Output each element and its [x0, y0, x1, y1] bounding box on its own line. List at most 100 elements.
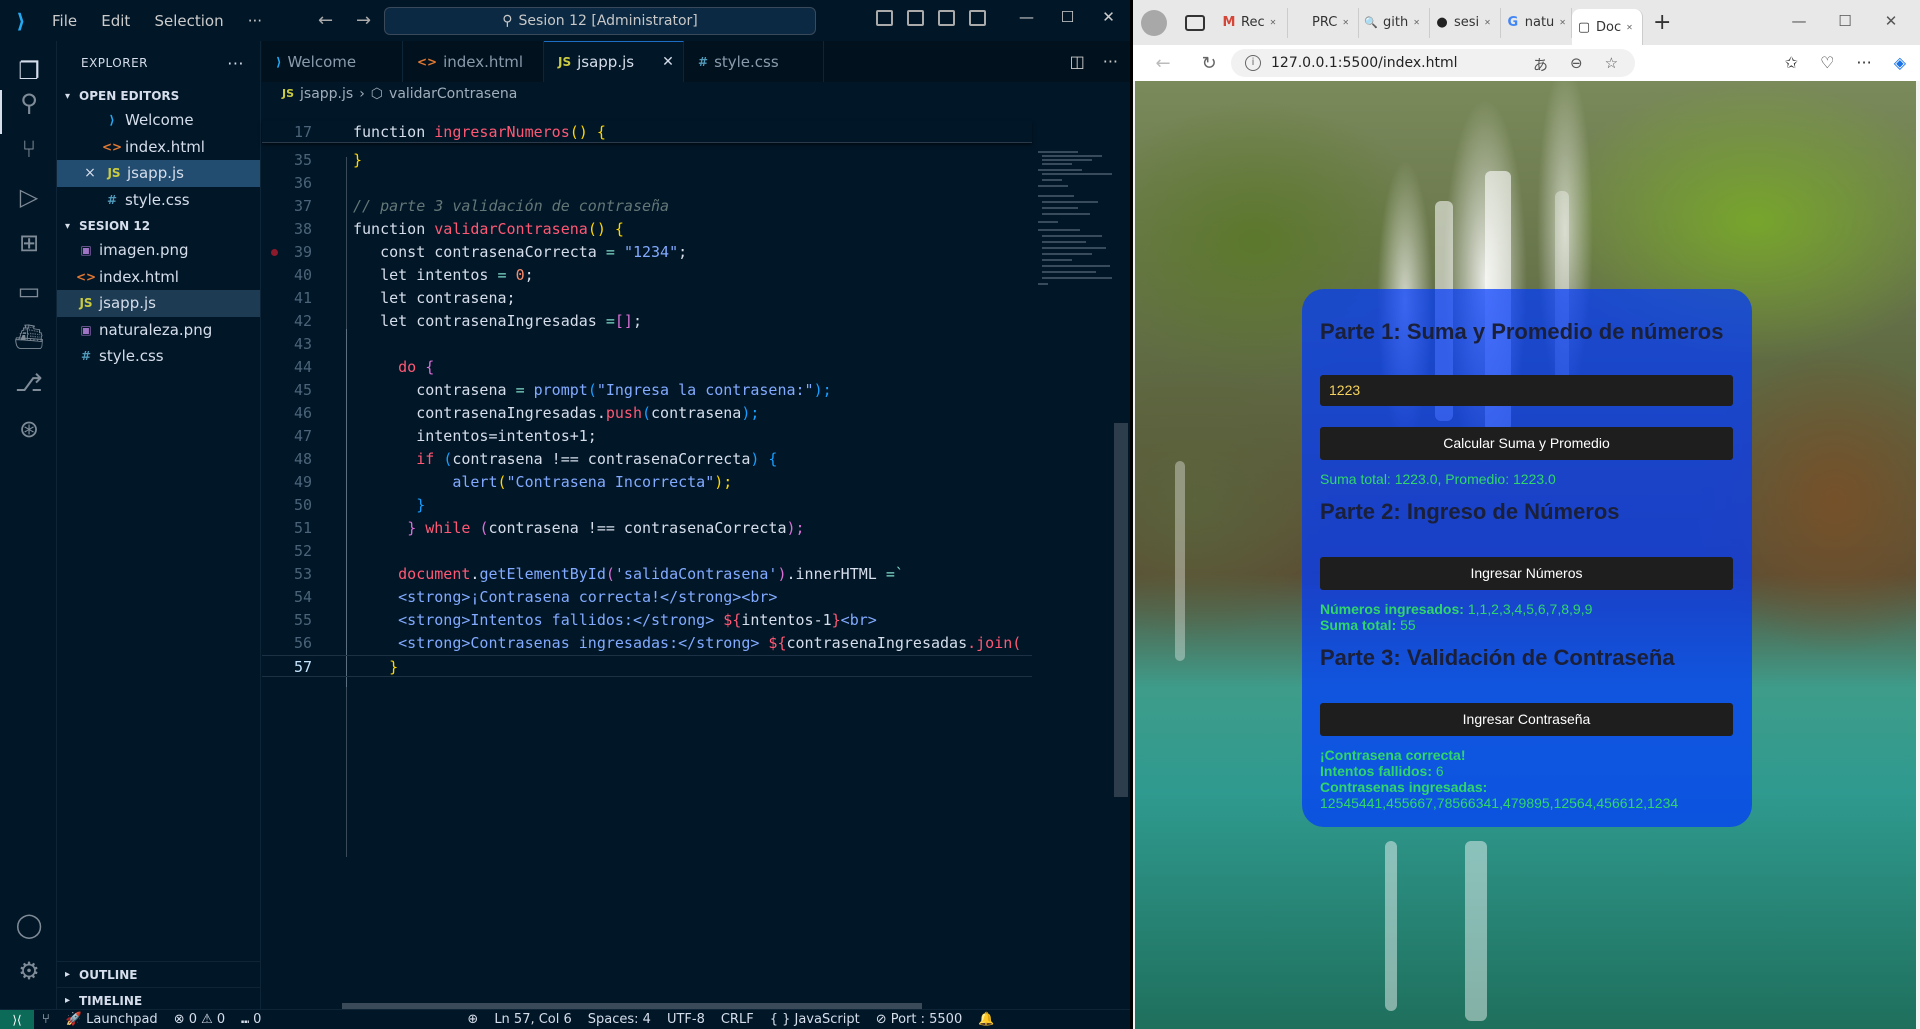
back-arrow-icon[interactable]: ←: [1147, 53, 1179, 74]
enter-password-button[interactable]: Ingresar Contraseña: [1320, 703, 1733, 736]
tab-style-css[interactable]: # style.css: [684, 41, 824, 82]
browser-tab[interactable]: ● sesi ✕: [1430, 7, 1501, 38]
forward-arrow-icon[interactable]: →: [356, 10, 371, 31]
end-of-line[interactable]: CRLF: [713, 1012, 762, 1027]
tab-jsapp-js[interactable]: JS jsapp.js ✕: [544, 41, 684, 82]
zoom-icon[interactable]: ⊕: [459, 1012, 486, 1027]
more-menu-icon[interactable]: ···: [1856, 53, 1871, 72]
open-editors-section[interactable]: ▾ OPEN EDITORS: [57, 85, 260, 107]
explorer-icon[interactable]: ❐: [13, 55, 45, 87]
more-actions-icon[interactable]: ···: [227, 54, 244, 73]
outline-section[interactable]: ▸ OUTLINE: [57, 961, 261, 987]
close-editor-icon[interactable]: ×: [79, 165, 101, 181]
close-tab-icon[interactable]: ✕: [1270, 18, 1277, 27]
git-branch-icon[interactable]: ⑂: [34, 1012, 58, 1027]
open-editor-index-html[interactable]: <> index.html: [57, 134, 260, 161]
search-icon: ⚲: [502, 13, 513, 29]
live-server-port[interactable]: ⊘ Port : 5500: [868, 1012, 971, 1027]
command-center[interactable]: ⚲ Sesion 12 [Administrator]: [384, 7, 816, 35]
new-tab-icon[interactable]: +: [1653, 10, 1671, 35]
cursor-position[interactable]: Ln 57, Col 6: [486, 1012, 579, 1027]
refresh-icon[interactable]: ↻: [1193, 53, 1225, 74]
customize-layout-icon[interactable]: [969, 10, 986, 26]
menu-selection[interactable]: Selection: [144, 12, 233, 30]
remote-indicator-icon[interactable]: ⟩⟨: [0, 1009, 34, 1029]
zoom-out-icon[interactable]: ⊖: [1570, 54, 1583, 75]
favorite-star-icon[interactable]: ☆: [1605, 54, 1618, 75]
search-icon[interactable]: ⚲: [13, 87, 45, 119]
close-tab-icon[interactable]: ✕: [1559, 18, 1566, 27]
remote-explorer-icon[interactable]: ▭: [13, 275, 45, 307]
minimap[interactable]: [1034, 105, 1118, 1005]
browser-tab[interactable]: PRC ✕: [1288, 7, 1359, 38]
split-editor-icon[interactable]: ◫: [1070, 52, 1085, 71]
close-icon[interactable]: ✕: [1088, 8, 1129, 26]
copilot-icon[interactable]: ◈: [1894, 53, 1906, 72]
git-graph-icon[interactable]: ⎇: [13, 367, 45, 399]
browser-tab-active[interactable]: ▢ Doc ✕: [1572, 9, 1643, 45]
settings-gear-icon[interactable]: ⚙: [13, 955, 45, 987]
encoding[interactable]: UTF-8: [659, 1012, 713, 1027]
enter-numbers-button[interactable]: Ingresar Números: [1320, 557, 1733, 590]
notifications-icon[interactable]: 🔔: [970, 1012, 1002, 1027]
toggle-sidebar-icon[interactable]: [876, 10, 893, 26]
open-editor-style-css[interactable]: # style.css: [57, 187, 260, 214]
browser-tab[interactable]: G natu ✕: [1501, 7, 1572, 38]
numbers-input[interactable]: 1223: [1320, 375, 1733, 406]
close-tab-icon[interactable]: ✕: [662, 54, 674, 70]
calculate-sum-average-button[interactable]: Calcular Suma y Promedio: [1320, 427, 1733, 460]
favorites-icon[interactable]: ✩: [1785, 53, 1798, 72]
css-icon: #: [106, 192, 118, 207]
open-editor-jsapp-js[interactable]: × JS jsapp.js: [57, 160, 260, 187]
vertical-scrollbar[interactable]: [1114, 423, 1128, 797]
close-tab-icon[interactable]: ✕: [1626, 23, 1633, 32]
docker-icon[interactable]: ⛴: [13, 321, 45, 353]
back-arrow-icon[interactable]: ←: [318, 10, 333, 31]
breadcrumb-symbol[interactable]: validarContrasena: [389, 86, 517, 102]
code-token: ;: [632, 312, 642, 330]
profile-avatar[interactable]: [1141, 9, 1167, 36]
minimize-icon[interactable]: —: [1006, 8, 1047, 26]
tab-welcome[interactable]: ⟩ Welcome: [262, 41, 403, 82]
code-token: <strong>¡Contrasena correcta!</strong><b…: [398, 588, 778, 606]
toggle-secondary-sidebar-icon[interactable]: [938, 10, 955, 26]
menu-edit[interactable]: Edit: [91, 12, 140, 30]
more-actions-icon[interactable]: ···: [1103, 52, 1118, 71]
launchpad-item[interactable]: 🚀 Launchpad: [58, 1012, 166, 1027]
problems-indicator[interactable]: ⊗ 0 ⚠ 0: [166, 1012, 234, 1027]
indentation[interactable]: Spaces: 4: [580, 1012, 659, 1027]
close-tab-icon[interactable]: ✕: [1413, 18, 1420, 27]
extensions-icon[interactable]: ⊞: [13, 227, 45, 259]
breadcrumb-file[interactable]: jsapp.js: [300, 86, 353, 102]
language-mode[interactable]: { } JavaScript: [762, 1012, 868, 1027]
close-tab-icon[interactable]: ✕: [1484, 18, 1491, 27]
ports-indicator[interactable]: ⑉ 0: [233, 1012, 269, 1027]
toggle-panel-icon[interactable]: [907, 10, 924, 26]
file-jsapp-js[interactable]: JS jsapp.js: [57, 290, 260, 317]
browser-tab[interactable]: 🔍 gith ✕: [1359, 7, 1430, 38]
close-tab-icon[interactable]: ✕: [1342, 18, 1349, 27]
menu-file[interactable]: File: [42, 12, 87, 30]
file-style-css[interactable]: # style.css: [57, 343, 260, 370]
maximize-icon[interactable]: ☐: [1047, 8, 1088, 26]
tab-index-html[interactable]: <> index.html: [403, 41, 544, 82]
file-index-html[interactable]: <> index.html: [57, 264, 260, 291]
maximize-icon[interactable]: ☐: [1822, 12, 1868, 30]
tab-actions-icon[interactable]: [1185, 14, 1205, 31]
menu-more[interactable]: ···: [238, 12, 272, 30]
live-share-icon[interactable]: ⊛: [13, 413, 45, 445]
source-control-icon[interactable]: ⑂: [13, 133, 45, 165]
file-imagen-png[interactable]: ▣ imagen.png: [57, 237, 260, 264]
read-aloud-icon[interactable]: あ: [1533, 54, 1548, 75]
browser-tab[interactable]: M Rec ✕: [1217, 7, 1288, 38]
run-debug-icon[interactable]: ▷: [13, 181, 45, 213]
sticky-scroll-line-17[interactable]: 17 function ingresarNumeros() {: [262, 121, 1032, 143]
browser-essentials-icon[interactable]: ♡: [1820, 53, 1834, 72]
code-editor[interactable]: 35} 36 37 // parte 3 validación de contra…: [262, 105, 1032, 983]
minimize-icon[interactable]: —: [1776, 12, 1822, 30]
file-naturaleza-png[interactable]: ▣ naturaleza.png: [57, 317, 260, 344]
accounts-icon[interactable]: ◯: [13, 909, 45, 941]
folder-section[interactable]: ▾ SESION 12: [57, 215, 260, 237]
open-editor-welcome[interactable]: ⟩ Welcome: [57, 107, 260, 134]
close-icon[interactable]: ✕: [1868, 12, 1914, 30]
